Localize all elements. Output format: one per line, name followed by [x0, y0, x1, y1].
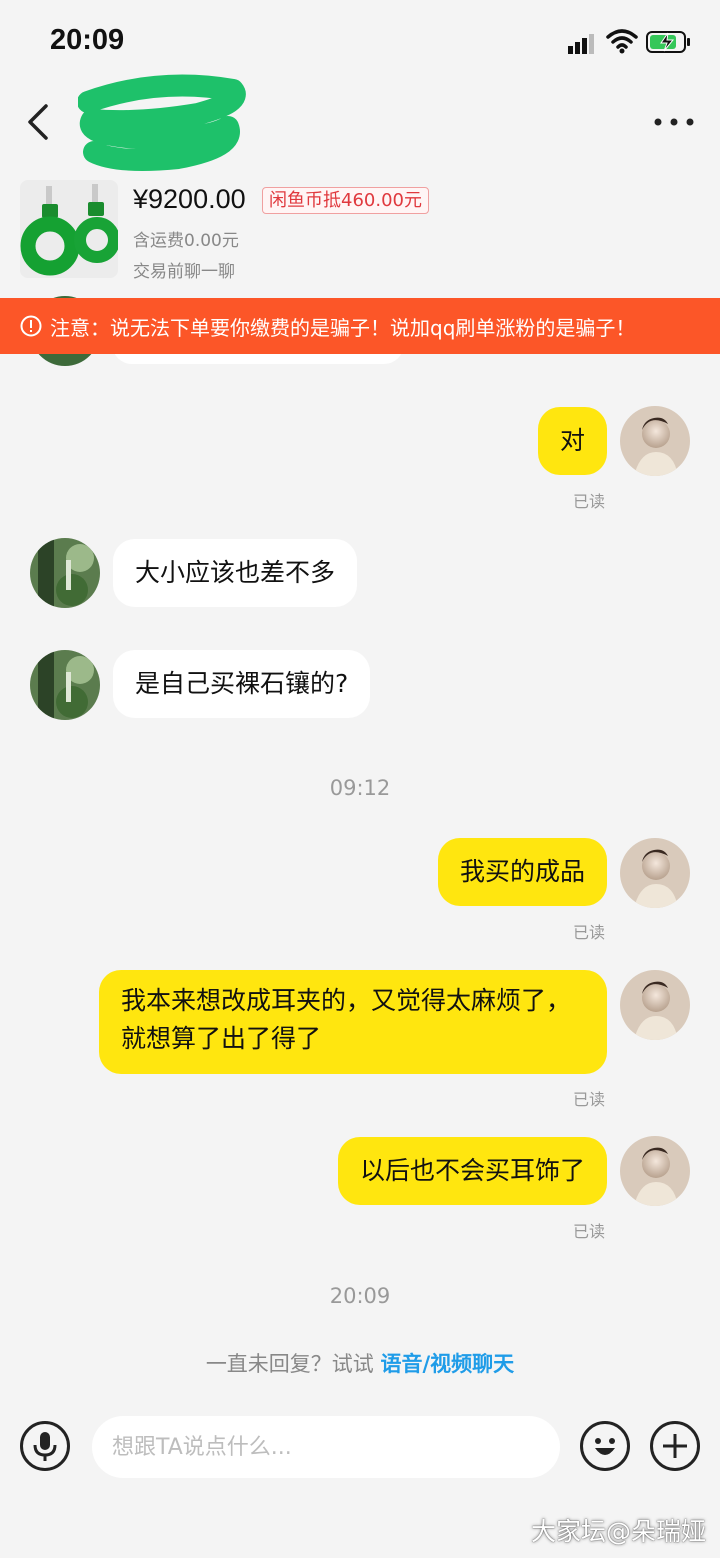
- voice-video-chat-link[interactable]: 语音/视频聊天: [381, 1352, 515, 1376]
- product-subtitle: 交易前聊一聊: [133, 262, 235, 282]
- warning-icon: [20, 315, 42, 337]
- more-dots-icon[interactable]: [652, 112, 696, 132]
- no-reply-hint: 一直未回复？试试 语音/视频聊天: [0, 1348, 720, 1378]
- product-thumbnail[interactable]: [20, 180, 118, 278]
- warning-text: 注意：说无法下单要你缴费的是骗子！说加qq刷单涨粉的是骗子！: [50, 315, 636, 340]
- product-price: ¥9200.00: [133, 184, 246, 214]
- signal-icon: [568, 34, 594, 54]
- battery-charging-icon: [646, 31, 690, 53]
- microphone-icon: [33, 1432, 57, 1461]
- plus-icon: [663, 1434, 687, 1458]
- back-button[interactable]: [24, 100, 54, 144]
- hint-text: 一直未回复？试试: [205, 1352, 381, 1376]
- timestamp: 20:09: [329, 1284, 391, 1308]
- message-input[interactable]: [92, 1416, 560, 1478]
- status-time: 20:09: [50, 24, 125, 56]
- read-status: 已读: [573, 1222, 606, 1241]
- emoji-icon: [595, 1438, 615, 1455]
- shipping-fee: 含运费0.00元: [133, 231, 239, 251]
- seller-avatar[interactable]: [30, 650, 100, 720]
- redacted-username: [78, 74, 246, 171]
- my-avatar[interactable]: [620, 970, 690, 1040]
- coin-discount-badge: 闲鱼币抵460.00元: [262, 187, 429, 214]
- message-bubble-in[interactable]: 大小应该也差不多: [113, 539, 358, 607]
- emoji-button[interactable]: [580, 1421, 630, 1471]
- voice-input-button[interactable]: [20, 1421, 70, 1471]
- read-status: 已读: [573, 492, 606, 511]
- read-status: 已读: [573, 1090, 606, 1109]
- message-bubble-in[interactable]: 是自己买裸石镶的?: [113, 650, 371, 718]
- watermark: 大家坛@朵瑞娅: [530, 1517, 706, 1546]
- timestamp: 09:12: [329, 776, 391, 800]
- read-status: 已读: [573, 923, 606, 942]
- my-avatar[interactable]: [620, 838, 690, 908]
- message-bubble-out[interactable]: 以后也不会买耳饰了: [337, 1137, 607, 1205]
- message-bubble-out[interactable]: 我本来想改成耳夹的，又觉得太麻烦了，就想算了出了得了: [99, 970, 607, 1074]
- message-bubble-out[interactable]: 我买的成品: [437, 838, 607, 906]
- my-avatar[interactable]: [620, 406, 690, 476]
- more-actions-button[interactable]: [650, 1421, 700, 1471]
- message-bubble-out[interactable]: 对: [537, 407, 607, 475]
- wifi-icon: [606, 29, 638, 54]
- warning-banner: 注意：说无法下单要你缴费的是骗子！说加qq刷单涨粉的是骗子！: [0, 298, 720, 354]
- seller-avatar[interactable]: [30, 538, 100, 608]
- my-avatar[interactable]: [620, 1136, 690, 1206]
